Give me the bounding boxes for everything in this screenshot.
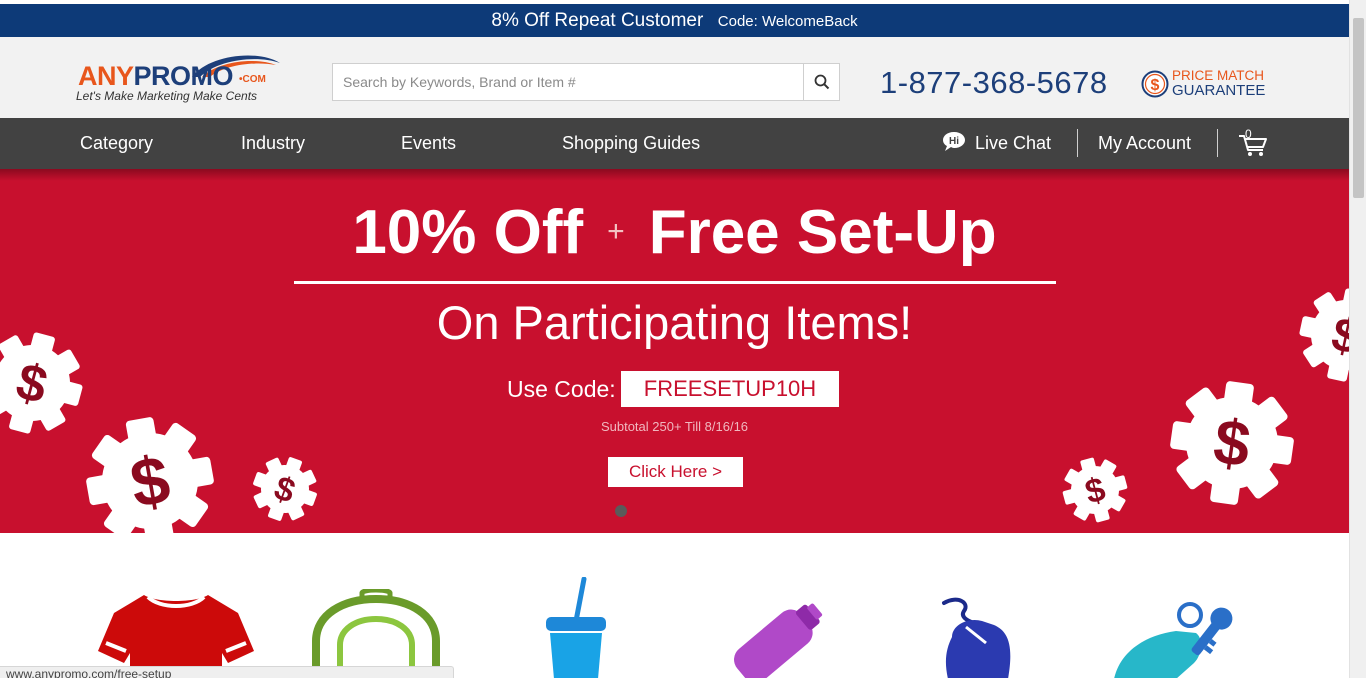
logo-promo-text: PROMO xyxy=(133,61,234,91)
nav-item-category[interactable]: Category xyxy=(80,118,153,168)
hero-code-label: Use Code: xyxy=(507,376,616,402)
dollar-gear-icon: $ xyxy=(1170,381,1294,505)
scrollbar-thumb[interactable] xyxy=(1353,18,1364,198)
price-match-guarantee[interactable]: $ PRICE MATCH GUARANTEE xyxy=(1141,67,1276,101)
carousel-dot[interactable] xyxy=(615,505,627,517)
hero-divider xyxy=(294,281,1056,284)
hero-headline: 10% Off + Free Set-Up xyxy=(0,197,1349,268)
logo-tagline: Let's Make Marketing Make Cents xyxy=(76,89,258,103)
keychain-icon[interactable] xyxy=(1112,599,1242,678)
main-nav: Category Industry Events Shopping Guides… xyxy=(0,118,1349,169)
computer-mouse-icon[interactable] xyxy=(938,597,1018,678)
hero-click-here-button[interactable]: Click Here > xyxy=(608,457,743,487)
logo-com-text: •COM xyxy=(239,74,266,85)
vertical-scrollbar[interactable] xyxy=(1349,0,1366,678)
page: 8% Off Repeat Customer Code: WelcomeBack… xyxy=(0,0,1366,678)
promo-bar[interactable]: 8% Off Repeat Customer Code: WelcomeBack xyxy=(0,4,1349,37)
live-chat-link[interactable]: Live Chat xyxy=(975,118,1051,168)
nav-item-events[interactable]: Events xyxy=(401,118,456,168)
nav-item-industry[interactable]: Industry xyxy=(241,118,305,168)
logo-wordmark: ANYPROMO xyxy=(78,61,234,92)
price-match-line2: GUARANTEE xyxy=(1172,82,1266,99)
browser-status-bar: www.anypromo.com/free-setup xyxy=(0,666,454,678)
hero-headline-discount: 10% Off xyxy=(352,198,584,267)
search-icon xyxy=(814,74,829,90)
t-shirt-icon[interactable] xyxy=(96,589,256,678)
promo-message: 8% Off Repeat Customer xyxy=(491,10,704,31)
cup-with-straw-icon[interactable] xyxy=(544,577,608,678)
my-account-link[interactable]: My Account xyxy=(1098,118,1191,168)
search-button[interactable] xyxy=(803,64,839,100)
product-category-row xyxy=(0,533,1349,678)
dollar-gear-icon: $ xyxy=(1062,457,1128,523)
nav-divider xyxy=(1217,129,1218,157)
backpack-icon[interactable] xyxy=(312,589,440,678)
chat-bubble-icon: Hi xyxy=(943,132,965,151)
search-input[interactable] xyxy=(333,64,803,100)
logo-any-text: ANY xyxy=(78,61,134,91)
shopping-cart-icon[interactable] xyxy=(1237,130,1269,158)
phone-number[interactable]: 1-877-368-5678 xyxy=(880,65,1108,101)
svg-text:Hi: Hi xyxy=(949,136,959,147)
hero-banner[interactable]: $ $ $ $ $ $ 10% Off + Free Set-Up On Par… xyxy=(0,169,1349,533)
nav-divider xyxy=(1077,129,1078,157)
nav-item-shopping-guides[interactable]: Shopping Guides xyxy=(562,118,700,168)
price-match-line1: PRICE MATCH xyxy=(1172,68,1265,83)
anypromo-logo[interactable]: ANYPROMO •COM Let's Make Marketing Make … xyxy=(76,51,291,107)
hero-subheadline: On Participating Items! xyxy=(436,296,913,349)
svg-text:$: $ xyxy=(1151,77,1160,94)
water-bottle-icon[interactable] xyxy=(722,601,830,678)
hero-terms: Subtotal 250+ Till 8/16/16 xyxy=(600,419,749,434)
hero-plus: + xyxy=(607,215,625,248)
hero-headline-setup: Free Set-Up xyxy=(648,198,997,267)
status-url: www.anypromo.com/free-setup xyxy=(6,667,172,678)
search-box xyxy=(332,63,840,101)
dollar-coin-icon: $ xyxy=(1141,70,1169,98)
dollar-gear-icon: $ xyxy=(253,457,317,521)
site-header: ANYPROMO •COM Let's Make Marketing Make … xyxy=(0,37,1349,118)
hero-promo-code: FREESETUP10H xyxy=(621,371,839,407)
promo-code: Code: WelcomeBack xyxy=(717,13,858,30)
